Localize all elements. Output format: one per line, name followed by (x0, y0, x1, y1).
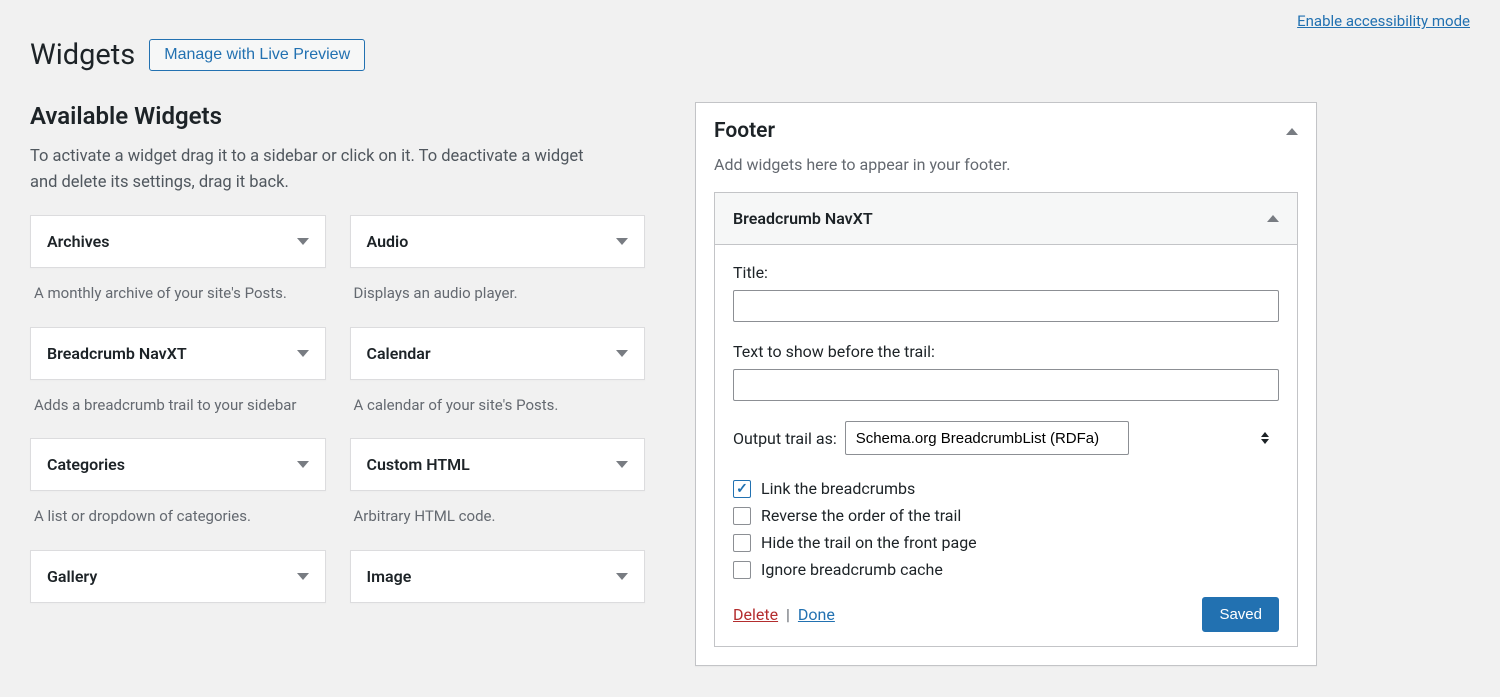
chevron-down-icon (297, 350, 309, 357)
widget-desc: Adds a breadcrumb trail to your sidebar (34, 394, 322, 417)
checkbox[interactable] (733, 534, 751, 552)
chevron-down-icon (297, 238, 309, 245)
widget-header[interactable]: Image (350, 550, 646, 603)
widget-name: Custom HTML (367, 455, 470, 474)
widget-header[interactable]: Custom HTML (350, 438, 646, 491)
widget-instance-title: Breadcrumb NavXT (733, 209, 873, 228)
checkbox-label: Reverse the order of the trail (761, 506, 961, 525)
page-title: Widgets (30, 38, 135, 72)
available-widget: Custom HTML Arbitrary HTML code. (350, 438, 646, 532)
available-widgets-desc: To activate a widget drag it to a sideba… (30, 144, 610, 195)
checkbox[interactable] (733, 507, 751, 525)
pretext-input[interactable] (733, 369, 1279, 401)
widget-header[interactable]: Gallery (30, 550, 326, 603)
checkbox-label: Ignore breadcrumb cache (761, 560, 943, 579)
checkbox-row[interactable]: Ignore breadcrumb cache (733, 560, 1279, 579)
widget-name: Audio (367, 232, 409, 251)
chevron-down-icon (297, 573, 309, 580)
widget-desc: Displays an audio player. (354, 282, 642, 305)
widget-area-column: Footer Add widgets here to appear in you… (695, 102, 1317, 666)
widget-name: Breadcrumb NavXT (47, 344, 187, 363)
checkbox[interactable] (733, 480, 751, 498)
available-widgets-column: Available Widgets To activate a widget d… (30, 102, 645, 603)
checkbox-label: Link the breadcrumbs (761, 479, 915, 498)
widget-header[interactable]: Categories (30, 438, 326, 491)
available-widget: Gallery (30, 550, 326, 603)
widget-desc: A calendar of your site's Posts. (354, 394, 642, 417)
manage-live-preview-button[interactable]: Manage with Live Preview (149, 39, 365, 71)
sidebar-desc: Add widgets here to appear in your foote… (714, 155, 1298, 174)
available-widget: Audio Displays an audio player. (350, 215, 646, 309)
select-arrows-icon (1261, 432, 1269, 444)
done-link[interactable]: Done (798, 605, 835, 624)
available-widgets-title: Available Widgets (30, 102, 645, 130)
pretext-label: Text to show before the trail: (733, 342, 1279, 361)
saved-button[interactable]: Saved (1202, 597, 1279, 632)
widget-instance-header[interactable]: Breadcrumb NavXT (715, 193, 1297, 245)
checkbox-row[interactable]: Hide the trail on the front page (733, 533, 1279, 552)
checkbox[interactable] (733, 561, 751, 579)
chevron-up-icon (1286, 128, 1298, 135)
sidebar-footer-box: Footer Add widgets here to appear in you… (695, 102, 1317, 666)
output-trail-select[interactable]: Schema.org BreadcrumbList (RDFa) (845, 421, 1129, 455)
chevron-down-icon (616, 573, 628, 580)
widget-desc: A list or dropdown of categories. (34, 505, 322, 528)
checkbox-row[interactable]: Reverse the order of the trail (733, 506, 1279, 525)
chevron-down-icon (616, 350, 628, 357)
title-label: Title: (733, 263, 1279, 282)
available-widget: Calendar A calendar of your site's Posts. (350, 327, 646, 421)
widget-header[interactable]: Calendar (350, 327, 646, 380)
chevron-down-icon (616, 238, 628, 245)
accessibility-link[interactable]: Enable accessibility mode (1297, 12, 1470, 30)
widget-instance: Breadcrumb NavXT Title: Text to show bef… (714, 192, 1298, 647)
widget-desc: Arbitrary HTML code. (354, 505, 642, 528)
widget-name: Calendar (367, 344, 431, 363)
chevron-down-icon (616, 461, 628, 468)
sidebar-header[interactable]: Footer (714, 119, 1298, 143)
widget-header[interactable]: Archives (30, 215, 326, 268)
widget-desc: A monthly archive of your site's Posts. (34, 282, 322, 305)
widget-header[interactable]: Audio (350, 215, 646, 268)
separator: | (786, 605, 790, 624)
widget-name: Categories (47, 455, 125, 474)
widget-name: Archives (47, 232, 109, 251)
title-input[interactable] (733, 290, 1279, 322)
chevron-up-icon (1267, 215, 1279, 222)
output-label: Output trail as: (733, 429, 837, 448)
delete-link[interactable]: Delete (733, 605, 778, 624)
checkbox-label: Hide the trail on the front page (761, 533, 977, 552)
available-widget: Breadcrumb NavXT Adds a breadcrumb trail … (30, 327, 326, 421)
sidebar-title: Footer (714, 119, 775, 143)
widget-name: Gallery (47, 567, 97, 586)
available-widget: Categories A list or dropdown of categori… (30, 438, 326, 532)
widget-name: Image (367, 567, 412, 586)
available-widget: Image (350, 550, 646, 603)
widget-header[interactable]: Breadcrumb NavXT (30, 327, 326, 380)
chevron-down-icon (297, 461, 309, 468)
checkbox-row[interactable]: Link the breadcrumbs (733, 479, 1279, 498)
available-widget: Archives A monthly archive of your site's… (30, 215, 326, 309)
